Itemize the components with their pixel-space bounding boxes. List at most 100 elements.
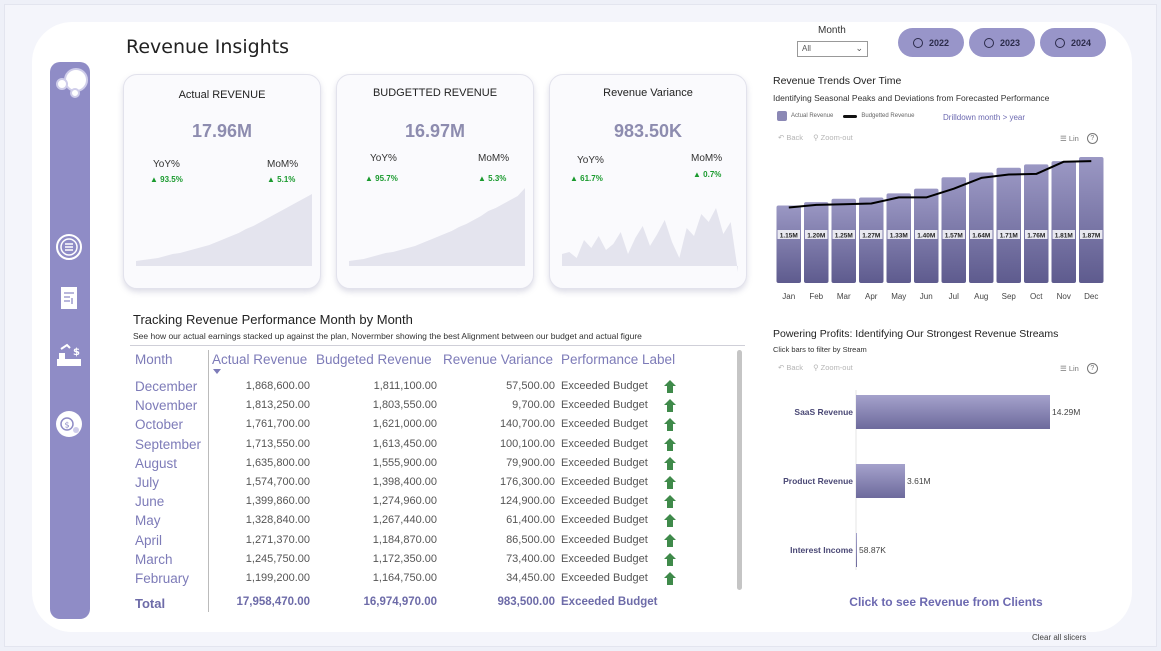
data-label: 58.87K xyxy=(859,545,886,555)
data-label: 1.71M xyxy=(1000,233,1018,240)
kpi-card-budgetted-revenue: BUDGETTED REVENUE 16.97M YoY% MoM% ▲ 95.… xyxy=(336,74,534,289)
year-button-2024[interactable]: 2024 xyxy=(1040,28,1106,57)
help-icon[interactable]: ? xyxy=(1086,133,1098,144)
cell-variance: 9,700.00 xyxy=(512,399,555,412)
column-header-revenue-variance[interactable]: Revenue Variance xyxy=(443,352,553,367)
bar-actual-apr[interactable] xyxy=(859,197,884,283)
cell-variance: 34,450.00 xyxy=(506,572,555,584)
cell-variance: 57,500.00 xyxy=(506,380,555,392)
back-button[interactable]: ↶ Back xyxy=(778,133,803,142)
table-row[interactable]: April 1,271,370.00 1,184,870.00 86,500.00 Ex… xyxy=(0,532,760,551)
cell-budget: 1,267,440.00 xyxy=(372,514,437,527)
svg-text:$: $ xyxy=(73,347,80,358)
scale-toggle[interactable]: ☰ Lin xyxy=(1060,364,1079,373)
zoom-out-button[interactable]: ⚲ Zoom-out xyxy=(813,133,853,142)
cell-actual: 1,574,700.00 xyxy=(245,476,310,488)
cell-budget: 1,555,900.00 xyxy=(372,456,437,469)
page-title: Revenue Insights xyxy=(126,36,290,58)
cell-budget: 1,184,870.00 xyxy=(372,533,437,546)
x-tick-label: Mar xyxy=(837,292,851,301)
kpi-mom-value: ▲ 0.7% xyxy=(693,170,722,179)
arrow-up-icon xyxy=(664,514,676,528)
bar-actual-dec[interactable] xyxy=(1079,157,1104,283)
legend-label-actual: Actual Revenue xyxy=(791,113,834,119)
kpi-mom-label: MoM% xyxy=(691,153,723,164)
table-row[interactable]: March 1,245,750.00 1,172,350.00 73,400.00 Ex… xyxy=(0,551,760,570)
table-row[interactable]: August 1,635,800.00 1,555,900.00 79,900.00 E… xyxy=(0,455,760,474)
cell-budget: 1,398,400.00 xyxy=(372,476,437,488)
table-row[interactable]: December 1,868,600.00 1,811,100.00 57,500.0… xyxy=(0,378,760,397)
cell-budget: 1,803,550.00 xyxy=(372,399,437,412)
cell-budget: 1,621,000.00 xyxy=(372,418,437,431)
arrow-up-icon xyxy=(664,399,676,413)
table-scrollbar[interactable] xyxy=(737,350,742,590)
kpi-value: 16.97M xyxy=(404,121,466,141)
data-label: 14.29M xyxy=(1052,407,1080,417)
table-row[interactable]: May 1,328,840.00 1,267,440.00 61,400.00 Exce… xyxy=(0,512,760,531)
cell-variance: 61,400.00 xyxy=(506,514,555,527)
column-header-month[interactable]: Month xyxy=(135,352,173,367)
trend-chart-legend: Actual Revenue Budgetted Revenue xyxy=(777,111,914,121)
bar-product-revenue[interactable] xyxy=(856,464,906,498)
bar-saas-revenue[interactable] xyxy=(856,395,1050,429)
help-icon[interactable]: ? xyxy=(1086,363,1098,374)
cell-actual: 1,245,750.00 xyxy=(245,552,310,565)
drilldown-link[interactable]: Drilldown month > year xyxy=(943,113,1025,122)
bar-interest-income[interactable] xyxy=(856,533,857,567)
x-tick-label: Nov xyxy=(1057,292,1071,301)
zoom-out-label: Zoom-out xyxy=(820,363,853,372)
table-row[interactable]: July 1,574,700.00 1,398,400.00 176,300.00 Ex… xyxy=(0,474,760,493)
chevron-down-icon: ⌄ xyxy=(855,43,863,53)
column-header-budgeted-revenue[interactable]: Budgeted Revenue xyxy=(316,352,432,367)
month-slicer-dropdown[interactable]: All ⌄ xyxy=(797,41,868,57)
cell-label: Exceeded Budget xyxy=(561,380,648,392)
clients-revenue-link[interactable]: Click to see Revenue from Clients xyxy=(762,595,1130,609)
bar-actual-jan[interactable] xyxy=(776,205,802,283)
cell-label: Exceeded Budget xyxy=(561,572,648,584)
cell-label: Exceeded Budget xyxy=(561,456,648,469)
table-total-row[interactable]: Total 17,958,470.00 16,974,970.00 983,500.0… xyxy=(0,594,760,613)
streams-chart-toolbar: ↶ Back ⚲ Zoom-out xyxy=(778,363,853,372)
sort-descending-icon[interactable] xyxy=(213,369,221,374)
year-button-2023[interactable]: 2023 xyxy=(969,28,1035,57)
kpi-yoy-text: 61.7% xyxy=(580,174,603,183)
cell-budget: 1,172,350.00 xyxy=(372,552,437,565)
table-row[interactable]: November 1,813,250.00 1,803,550.00 9,700.00… xyxy=(0,397,760,416)
cell-actual: 1,399,860.00 xyxy=(245,495,310,508)
data-label: 1.33M xyxy=(890,233,908,240)
bar-actual-nov[interactable] xyxy=(1051,161,1077,283)
cell-budget: 1,613,450.00 xyxy=(372,437,437,450)
menu-list-icon[interactable] xyxy=(54,232,84,262)
bar-actual-mar[interactable] xyxy=(831,198,857,283)
category-label: SaaS Revenue xyxy=(794,407,853,417)
table-row[interactable]: October 1,761,700.00 1,621,000.00 140,700.0… xyxy=(0,416,760,435)
bar-actual-oct[interactable] xyxy=(1024,164,1049,283)
year-label: 2022 xyxy=(928,37,950,48)
year-button-2022[interactable]: 2022 xyxy=(898,28,964,57)
column-header-actual-revenue[interactable]: Actual Revenue xyxy=(212,352,307,367)
zoom-out-label: Zoom-out xyxy=(820,133,853,142)
revenue-growth-icon[interactable]: $ xyxy=(54,340,84,370)
trend-chart-subtitle: Identifying Seasonal Peaks and Deviation… xyxy=(773,93,1050,103)
revenue-trend-chart[interactable]: 1.15M Jan 1.20M Feb 1.25M Mar 1.27M Apr 1.33M May… xyxy=(770,150,1110,305)
clear-slicers-button[interactable]: Clear all slicers xyxy=(1032,633,1086,642)
bar-actual-sep[interactable] xyxy=(996,167,1022,283)
back-button[interactable]: ↶ Back xyxy=(778,363,803,372)
table-row[interactable]: February 1,199,200.00 1,164,750.00 34,450.0… xyxy=(0,570,760,589)
bar-actual-feb[interactable] xyxy=(804,202,829,283)
cell-month: December xyxy=(135,379,198,394)
legend-swatch-budget xyxy=(843,114,858,118)
radio-icon xyxy=(983,37,994,48)
table-divider xyxy=(130,345,745,346)
cell-budget: 1,811,100.00 xyxy=(373,380,437,392)
cell-actual: 17,958,470.00 xyxy=(236,596,310,608)
zoom-out-button[interactable]: ⚲ Zoom-out xyxy=(813,363,853,372)
report-document-icon[interactable] xyxy=(54,283,84,313)
scale-toggle[interactable]: ☰ Lin xyxy=(1060,134,1079,143)
column-header-performance-label[interactable]: Performance Label xyxy=(561,352,675,367)
table-row[interactable]: June 1,399,860.00 1,274,960.00 124,900.00 Ex… xyxy=(0,493,760,512)
revenue-streams-chart[interactable]: SaaS Revenue 14.29M Product Revenue 3.61M In… xyxy=(770,380,1110,580)
streams-chart-title: Powering Profits: Identifying Our Strong… xyxy=(773,328,1059,340)
bar-actual-aug[interactable] xyxy=(969,172,994,283)
table-row[interactable]: September 1,713,550.00 1,613,450.00 100,100… xyxy=(0,436,760,455)
